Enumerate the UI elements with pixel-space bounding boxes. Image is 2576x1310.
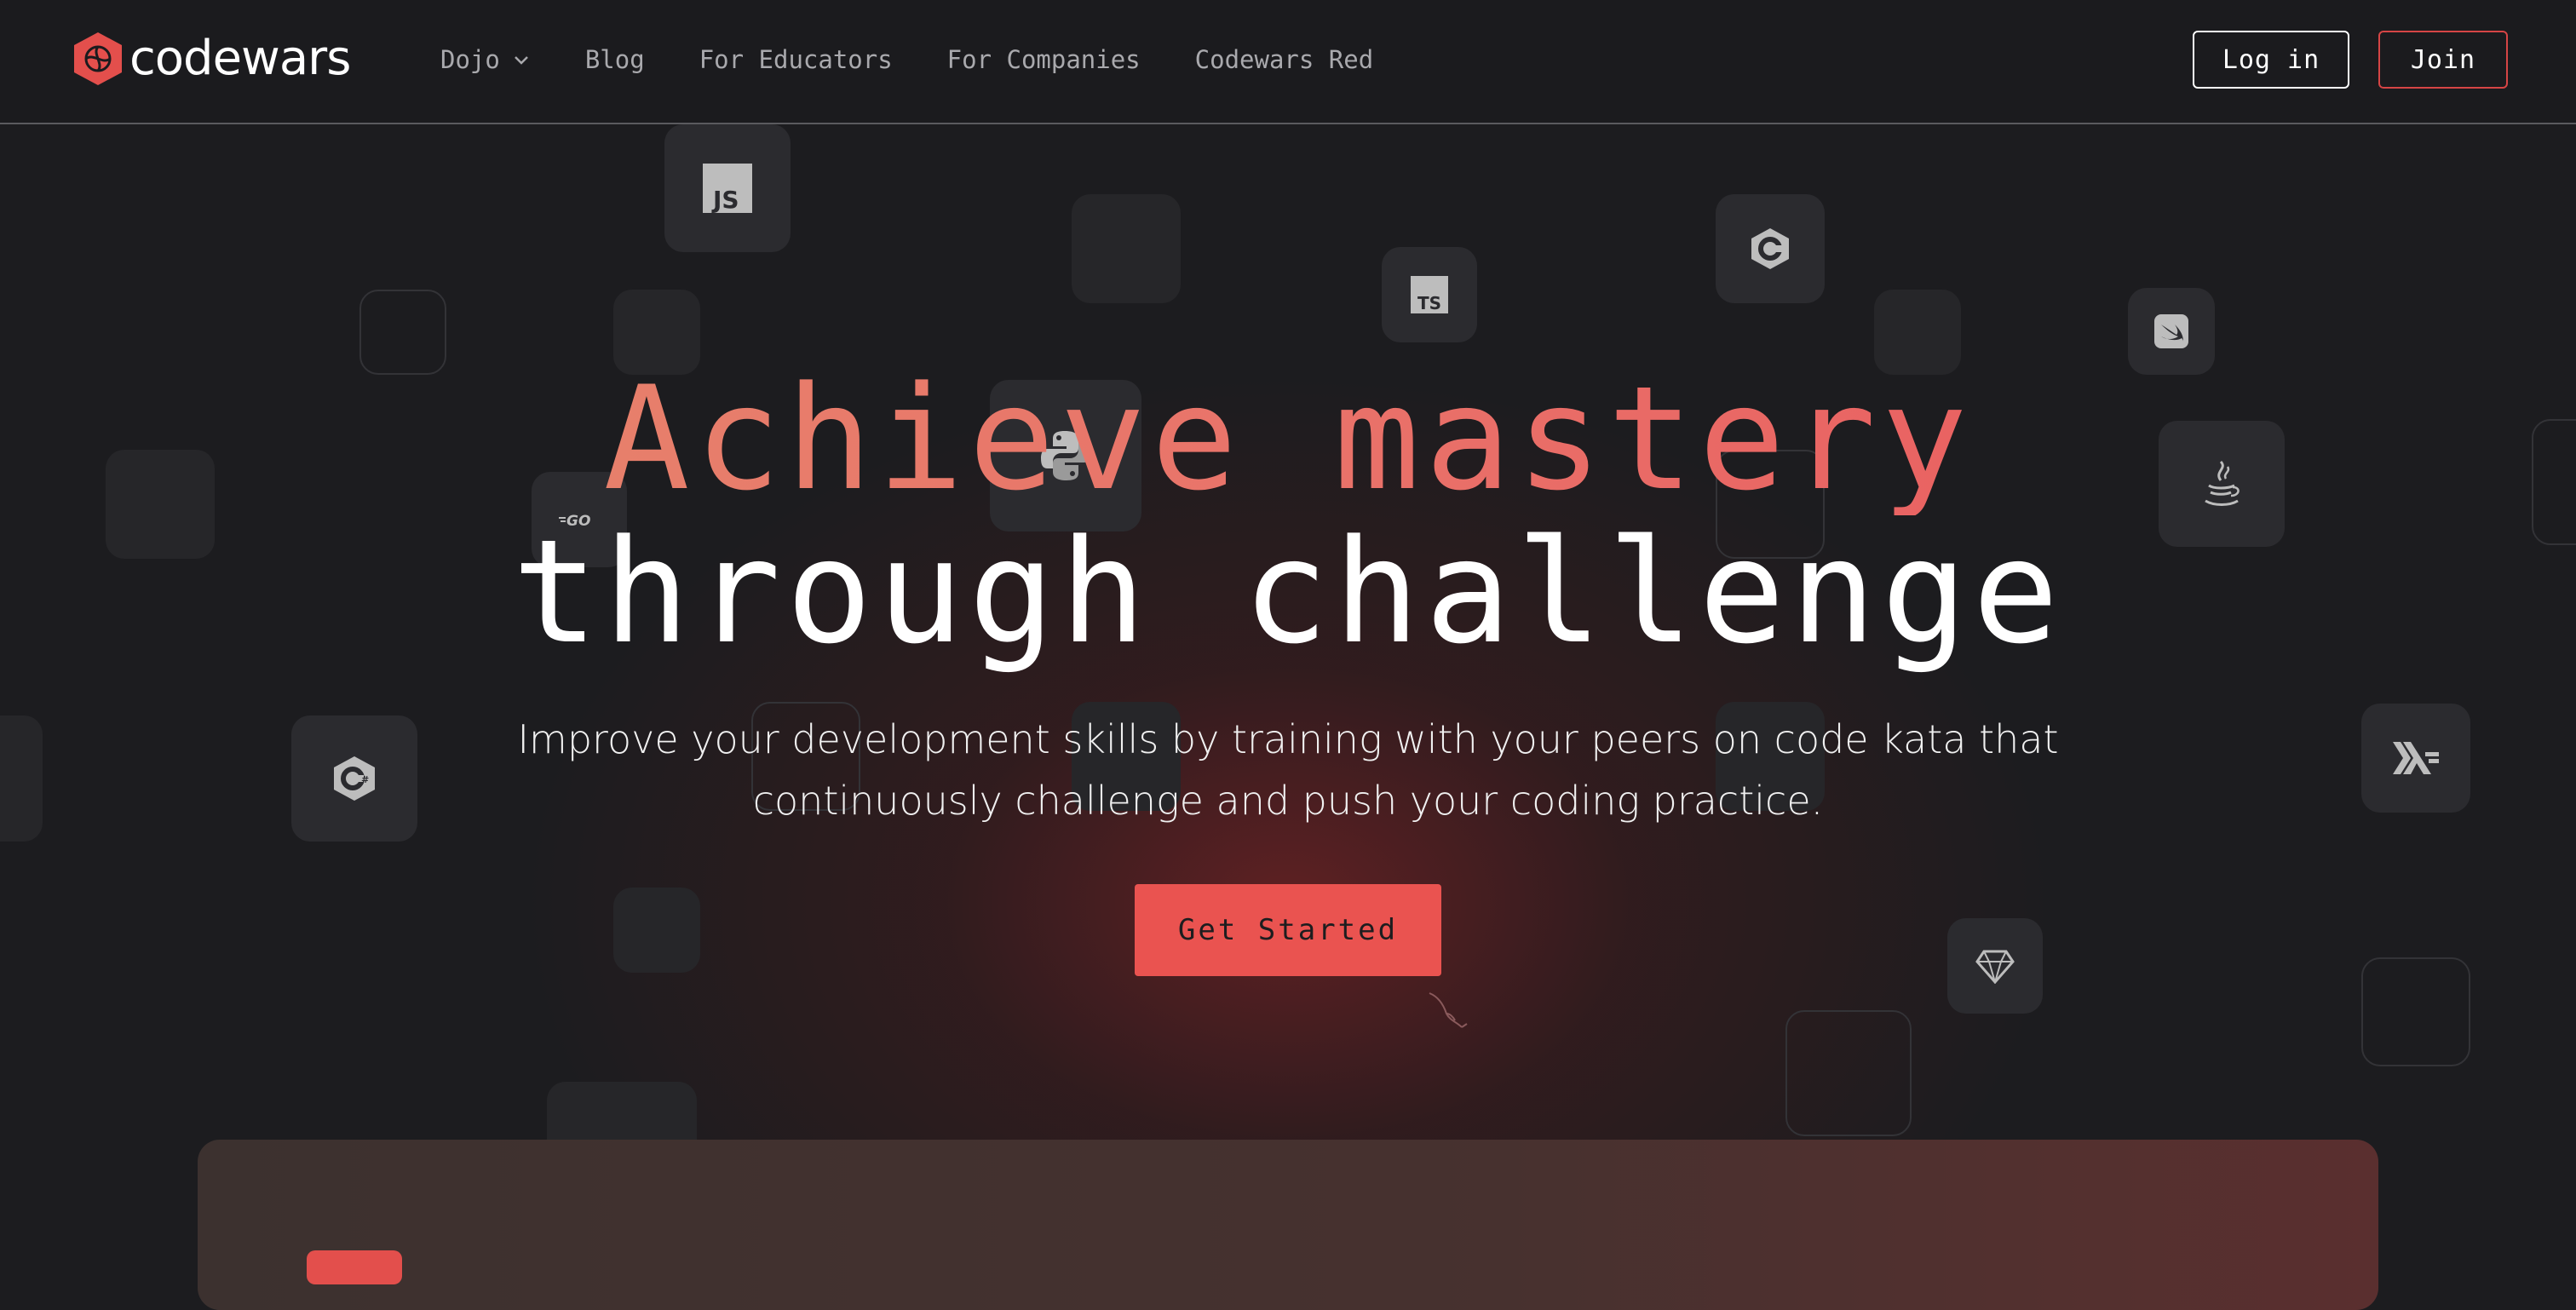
hero-title: through challenge [512,508,2064,675]
join-button[interactable]: Join [2378,31,2508,89]
typescript-icon: TS [1382,247,1477,342]
nav-item-for-companies[interactable]: For Companies [947,43,1141,77]
nav-item-codewars-red[interactable]: Codewars Red [1195,43,1374,77]
nav-item-blog[interactable]: Blog [585,43,645,77]
nav-item-label: Dojo [440,45,500,74]
decorative-tile [1785,1010,1912,1136]
nav-links: Dojo Blog For Educators For Companies Co… [440,43,1428,77]
decorative-tile [613,888,700,973]
javascript-icon: JS [664,124,791,252]
nav-item-for-educators[interactable]: For Educators [699,43,893,77]
brand-name: codewars [129,31,351,86]
feature-panel [198,1140,2378,1310]
logo[interactable]: codewars [72,31,351,87]
ruby-icon [1947,918,2043,1014]
hero-subtitle: Improve your development skills by train… [517,716,2059,824]
svg-text:TS: TS [1417,293,1441,313]
decorative-tile [0,715,43,842]
login-button[interactable]: Log in [2193,31,2349,89]
mysql-icon [1429,992,1468,1028]
decorative-tile [2361,957,2470,1066]
hero-title-highlight: Achieve mastery [0,362,2576,515]
haskell-icon [2361,704,2470,813]
codewars-logo-icon [74,32,122,85]
top-navbar: codewars Dojo Blog For Educators For Com… [0,0,2576,124]
csharp-icon: # [291,715,417,842]
panel-badge [307,1250,402,1284]
nav-item-dojo[interactable]: Dojo [440,43,531,77]
nav-item-label: Codewars Red [1194,45,1374,74]
nav-item-label: Blog [584,45,645,74]
chevron-down-icon [514,56,528,65]
nav-item-label: For Companies [946,45,1141,74]
decorative-tile [1072,194,1181,303]
c-icon [1716,194,1825,303]
svg-text:#: # [361,774,369,785]
nav-item-label: For Educators [699,45,893,74]
svg-text:JS: JS [711,186,739,213]
get-started-button[interactable]: Get Started [1135,884,1441,976]
